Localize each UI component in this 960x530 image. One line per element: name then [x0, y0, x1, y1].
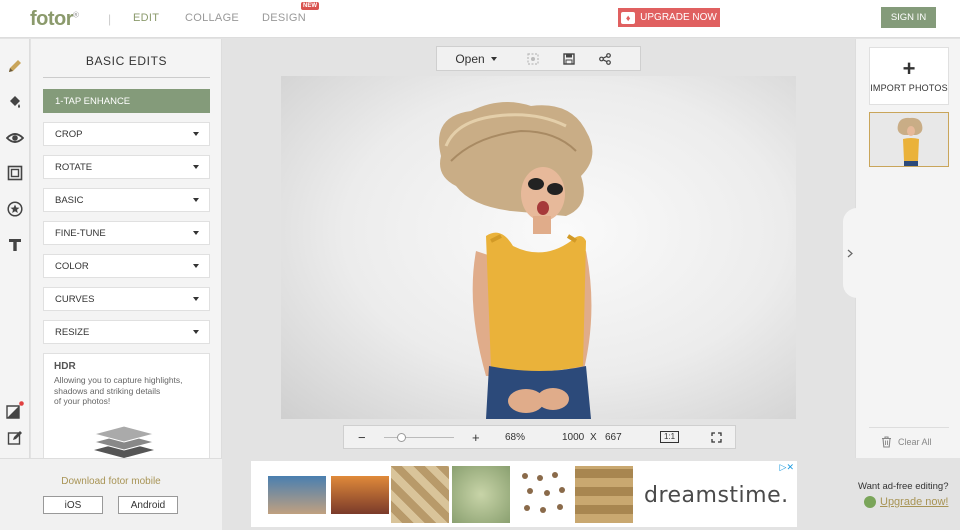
ad-banner[interactable]: dreamstime. ▷✕: [251, 461, 797, 527]
fine-tune-label: FINE-TUNE: [55, 227, 106, 239]
canvas-toolbar: Open: [436, 46, 641, 71]
ad-image-sunset: [331, 476, 389, 514]
fullscreen-icon[interactable]: [711, 426, 722, 448]
share-icon[interactable]: [587, 47, 623, 70]
curves-item[interactable]: CURVES: [43, 287, 210, 311]
sticker-icon[interactable]: [5, 199, 25, 219]
clear-all-label: Clear All: [898, 437, 932, 447]
text-icon[interactable]: [5, 235, 25, 255]
actual-size-button[interactable]: 1:1: [660, 426, 680, 448]
color-item[interactable]: COLOR: [43, 254, 210, 278]
dimension-separator: X: [590, 431, 597, 443]
ios-button[interactable]: iOS: [43, 496, 103, 514]
fine-tune-item[interactable]: FINE-TUNE: [43, 221, 210, 245]
header-separator: |: [108, 12, 112, 26]
zoom-out-button[interactable]: −: [358, 426, 366, 448]
plus-icon: +: [902, 56, 916, 81]
upgrade-now-label: Upgrade now!: [880, 496, 949, 508]
ad-close-icon[interactable]: ▷✕: [780, 462, 794, 473]
save-icon[interactable]: [551, 47, 587, 70]
ad-image-texture: [575, 466, 633, 523]
one-tap-enhance-button[interactable]: 1-TAP ENHANCE: [43, 89, 210, 113]
diamond-icon: ♦: [621, 11, 636, 24]
tab-design[interactable]: DESIGN: [262, 12, 306, 24]
chevron-down-icon: [193, 297, 199, 301]
color-label: COLOR: [55, 260, 89, 272]
corner-icon[interactable]: [5, 400, 25, 420]
edit-note-icon[interactable]: [5, 428, 25, 448]
trash-icon: [882, 436, 891, 448]
basic-item[interactable]: BASIC: [43, 188, 210, 212]
basic-edits-panel: BASIC EDITS 1-TAP ENHANCE CROP ROTATE BA…: [31, 39, 222, 458]
chevron-down-icon: [490, 56, 497, 61]
import-photos-button[interactable]: + IMPORT PHOTOS: [869, 47, 949, 105]
mobile-download-area: Download fotor mobile iOS Android: [0, 458, 222, 530]
rotate-label: ROTATE: [55, 161, 93, 173]
upgrade-label: UPGRADE NOW: [640, 12, 717, 23]
photo-canvas[interactable]: [281, 76, 796, 419]
chevron-down-icon: [193, 264, 199, 268]
ad-image-group-photo: [268, 476, 326, 514]
ad-image-collage: [391, 466, 449, 523]
panel-title: BASIC EDITS: [43, 54, 210, 78]
right-panel: + IMPORT PHOTOS Clear All: [855, 39, 960, 458]
chevron-right-icon: [847, 249, 853, 257]
collapse-panel-toggle[interactable]: [843, 208, 857, 298]
chevron-down-icon: [193, 330, 199, 334]
zoom-slider-handle[interactable]: [397, 433, 406, 442]
crop-item[interactable]: CROP: [43, 122, 210, 146]
open-button[interactable]: Open: [437, 47, 515, 70]
eye-icon[interactable]: [5, 128, 25, 148]
hdr-description: Allowing you to capture highlights, shad…: [54, 375, 183, 406]
thumbnail-image: [870, 113, 948, 166]
leaf-icon: [864, 496, 876, 508]
pencil-icon[interactable]: [5, 56, 25, 76]
image-width: 1000: [562, 431, 585, 443]
hdr-card[interactable]: HDR Allowing you to capture highlights, …: [43, 353, 210, 458]
resize-label: RESIZE: [55, 326, 90, 338]
tab-collage[interactable]: COLLAGE: [185, 12, 239, 24]
rotate-item[interactable]: ROTATE: [43, 155, 210, 179]
ad-free-prompt: Want ad-free editing?: [858, 481, 949, 492]
woman-photo: [439, 102, 593, 419]
open-label: Open: [455, 51, 485, 66]
tab-edit[interactable]: EDIT: [133, 12, 159, 24]
basic-label: BASIC: [55, 194, 84, 206]
import-label: IMPORT PHOTOS: [870, 83, 948, 93]
android-button[interactable]: Android: [118, 496, 178, 514]
upgrade-now-link[interactable]: Upgrade now!: [864, 496, 949, 508]
image-height: 667: [605, 431, 622, 443]
zoom-slider[interactable]: [384, 426, 454, 448]
zoom-level: 68%: [505, 431, 526, 443]
tool-rail: [0, 39, 30, 458]
hdr-title: HDR: [54, 361, 76, 372]
curves-label: CURVES: [55, 293, 95, 305]
ad-image-map: [452, 466, 510, 523]
new-badge: NEW: [301, 2, 319, 10]
bucket-icon[interactable]: [5, 92, 25, 112]
photo-thumbnail[interactable]: [869, 112, 949, 167]
chevron-down-icon: [193, 165, 199, 169]
one-to-one-label: 1:1: [660, 431, 680, 443]
compare-icon[interactable]: [515, 47, 551, 70]
fotor-logo[interactable]: fotor®: [30, 8, 79, 31]
dreamstime-logo: dreamstime.: [644, 483, 789, 508]
hdr-layers-icon: [92, 425, 156, 458]
chevron-down-icon: [193, 132, 199, 136]
crop-label: CROP: [55, 128, 83, 140]
chevron-down-icon: [193, 231, 199, 235]
sign-in-button[interactable]: SIGN IN: [881, 7, 936, 28]
chevron-down-icon: [193, 198, 199, 202]
zoom-in-button[interactable]: +: [472, 426, 480, 448]
resize-item[interactable]: RESIZE: [43, 320, 210, 344]
clear-all-button[interactable]: Clear All: [869, 427, 949, 448]
frame-icon[interactable]: [5, 163, 25, 183]
top-bar: fotor® | EDIT COLLAGE DESIGN NEW ♦ UPGRA…: [0, 0, 960, 38]
zoom-bar: − + 68% 1000 X 667 1:1: [343, 425, 736, 449]
download-mobile-text: Download fotor mobile: [61, 476, 161, 487]
ad-image-animals: [515, 466, 573, 523]
upgrade-button[interactable]: ♦ UPGRADE NOW: [618, 8, 720, 27]
